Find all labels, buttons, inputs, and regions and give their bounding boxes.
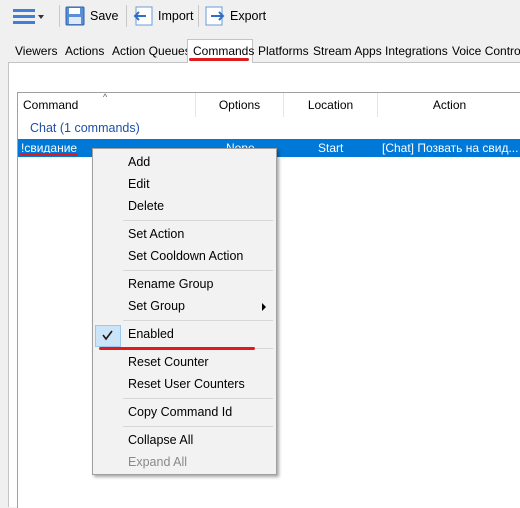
menu-item-delete[interactable]: Delete bbox=[128, 198, 164, 214]
tab-stream-apps[interactable]: Stream Apps bbox=[308, 42, 387, 62]
group-header-chat[interactable]: Chat (1 commands) bbox=[30, 121, 140, 135]
menu-item-add[interactable]: Add bbox=[128, 154, 150, 170]
menu-separator bbox=[123, 220, 273, 221]
tab-actions[interactable]: Actions bbox=[60, 42, 109, 62]
floppy-disk-icon bbox=[65, 6, 85, 26]
import-button[interactable]: Import bbox=[132, 2, 193, 30]
annotation-underline-enabled bbox=[99, 347, 255, 350]
save-button[interactable]: Save bbox=[64, 2, 119, 30]
column-header-action[interactable]: Action bbox=[378, 93, 520, 117]
menu-item-rename-group[interactable]: Rename Group bbox=[128, 276, 213, 292]
toolbar: Save Import Export bbox=[0, 0, 520, 34]
export-button[interactable]: Export bbox=[204, 2, 266, 30]
column-header-options[interactable]: Options bbox=[196, 93, 284, 117]
menu-item-edit[interactable]: Edit bbox=[128, 176, 150, 192]
sort-up-icon: ^ bbox=[103, 92, 108, 102]
import-arrow-icon bbox=[133, 6, 153, 26]
dropdown-arrow-icon bbox=[38, 15, 44, 19]
menu-item-set-cooldown-action[interactable]: Set Cooldown Action bbox=[128, 248, 243, 264]
row-action: [Chat] Позвать на свид... bbox=[382, 141, 519, 155]
tab-platforms[interactable]: Platforms bbox=[253, 42, 314, 62]
menu-item-set-action[interactable]: Set Action bbox=[128, 226, 184, 242]
tab-integrations[interactable]: Integrations bbox=[380, 42, 453, 62]
menu-item-expand-all: Expand All bbox=[128, 455, 188, 469]
menu-separator bbox=[123, 426, 273, 427]
context-menu: Add Edit Delete Set Action Set Cooldown … bbox=[92, 148, 277, 475]
export-label: Export bbox=[230, 9, 267, 23]
column-header-command[interactable]: Command ^ bbox=[18, 92, 196, 117]
import-label: Import bbox=[158, 9, 194, 23]
menu-item-copy-command-id[interactable]: Copy Command Id bbox=[128, 404, 232, 420]
toolbar-separator bbox=[126, 5, 127, 27]
column-header-location[interactable]: Location bbox=[284, 93, 378, 117]
menu-item-reset-user-counters[interactable]: Reset User Counters bbox=[128, 376, 245, 392]
tab-action-queues[interactable]: Action Queues bbox=[107, 42, 196, 62]
export-arrow-icon bbox=[205, 6, 225, 26]
menu-item-collapse-all[interactable]: Collapse All bbox=[128, 432, 193, 448]
menu-separator bbox=[123, 398, 273, 399]
menu-item-reset-counter[interactable]: Reset Counter bbox=[128, 354, 209, 370]
submenu-arrow-icon bbox=[262, 303, 266, 311]
annotation-underline-command bbox=[20, 153, 78, 156]
column-header-command-label: Command bbox=[23, 98, 79, 112]
checkmark-icon bbox=[95, 325, 121, 347]
toolbar-separator bbox=[198, 5, 199, 27]
menu-icon bbox=[13, 9, 35, 24]
menu-dropdown-button[interactable] bbox=[10, 2, 54, 30]
tab-voice-control[interactable]: Voice Control bbox=[447, 42, 520, 62]
tab-viewers[interactable]: Viewers bbox=[10, 42, 62, 62]
annotation-underline-commands bbox=[189, 58, 249, 61]
row-location: Start bbox=[318, 141, 344, 155]
toolbar-separator bbox=[59, 5, 60, 27]
menu-item-set-group[interactable]: Set Group bbox=[128, 298, 185, 314]
tab-strip: Viewers Actions Action Queues Commands P… bbox=[0, 36, 520, 64]
menu-separator bbox=[123, 270, 273, 271]
menu-item-enabled[interactable]: Enabled bbox=[128, 326, 174, 342]
menu-separator bbox=[123, 320, 273, 321]
save-label: Save bbox=[90, 9, 119, 23]
